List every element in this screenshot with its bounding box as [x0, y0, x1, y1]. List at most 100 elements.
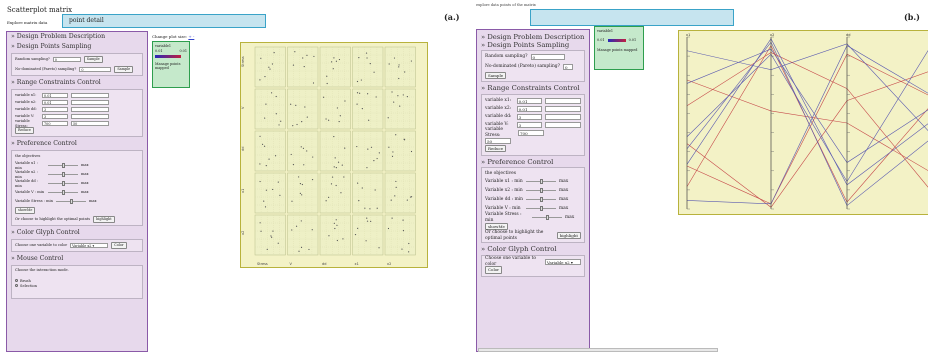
data-point	[366, 57, 368, 59]
scatterplot-matrix[interactable]: Stress Vdd x1 x2 Stress Vdd x1 x2	[240, 42, 428, 268]
splom-cell	[352, 46, 384, 88]
data-point	[388, 63, 390, 65]
data-point	[312, 156, 314, 158]
range-input[interactable]	[544, 105, 582, 112]
show-me-button[interactable]: showMe	[15, 207, 36, 214]
preference-slider[interactable]	[526, 197, 556, 203]
color-button-b[interactable]: Color	[485, 266, 503, 274]
nondominated-input[interactable]: 0	[562, 63, 573, 70]
nondominated-label: No-dominated (Pareto) sampling?	[15, 67, 77, 72]
data-point	[265, 103, 267, 105]
range-input[interactable]: 3	[516, 113, 542, 120]
preference-slider[interactable]	[532, 215, 562, 221]
range-input[interactable]: 3	[42, 107, 68, 112]
range-header-b[interactable]: » Range Constraints Control	[477, 84, 589, 93]
data-point	[297, 176, 300, 178]
selection-radio[interactable]: Selection	[15, 284, 139, 289]
sampling-header[interactable]: » Design Points Sampling	[7, 42, 147, 52]
preference-slider[interactable]	[48, 181, 78, 186]
random-sampling-input[interactable]: 0	[52, 57, 81, 62]
sample-button-b[interactable]: Sample	[485, 72, 507, 80]
preference-slider[interactable]	[56, 199, 86, 204]
data-point	[291, 200, 293, 202]
range-input[interactable]	[71, 93, 109, 98]
data-point	[404, 71, 406, 73]
nondominated-input[interactable]: 0	[79, 67, 112, 72]
reduce-button-b[interactable]: Reduce	[485, 145, 507, 153]
data-point	[259, 222, 261, 224]
sampling-header-b[interactable]: » Design Points Sampling	[477, 41, 589, 50]
range-input[interactable]: 3	[42, 114, 68, 119]
preference-slider[interactable]	[526, 179, 556, 185]
preference-header[interactable]: » Preference Control	[7, 139, 147, 149]
color-glyph-header[interactable]: » Color Glyph Control	[7, 228, 147, 238]
range-input[interactable]	[544, 121, 582, 128]
range-input[interactable]	[71, 100, 109, 105]
preference-slider[interactable]	[526, 188, 556, 194]
data-point	[259, 135, 261, 137]
range-input[interactable]	[544, 97, 582, 104]
preference-slider[interactable]	[48, 190, 78, 195]
range-input[interactable]: 0.01	[516, 105, 542, 112]
data-point	[398, 66, 400, 68]
splom-cell	[254, 214, 286, 256]
data-point	[369, 63, 371, 65]
color-variable-select-b[interactable]: Variable x2 ▾	[544, 258, 581, 265]
preference-slider[interactable]	[48, 172, 78, 177]
reduce-button[interactable]: Reduce	[15, 127, 34, 134]
data-point	[325, 200, 327, 202]
sample-button[interactable]: Sample	[83, 56, 103, 63]
random-sampling-input[interactable]: 0	[530, 53, 565, 60]
data-point	[357, 227, 359, 229]
data-point	[370, 220, 372, 222]
preference-slider[interactable]	[48, 163, 78, 168]
color-variable-select[interactable]: Variable x2 ▾	[70, 243, 109, 248]
data-point	[277, 242, 279, 244]
data-point	[364, 207, 366, 209]
data-point	[333, 135, 335, 138]
stress-input-2[interactable]: 50	[485, 137, 511, 144]
point-detail-label: point detail	[69, 17, 104, 24]
data-point	[313, 55, 315, 58]
horizontal-scrollbar[interactable]	[478, 348, 718, 352]
data-point	[397, 95, 399, 97]
random-sampling-label: Random sampling?	[485, 53, 528, 59]
range-input[interactable]: 0.01	[42, 93, 68, 98]
sample-button-2[interactable]: Sample	[114, 66, 134, 73]
data-point	[356, 80, 359, 83]
splom-y-label: dd	[241, 147, 245, 151]
range-input[interactable]: 0.01	[42, 100, 68, 105]
panel-b-topline: explore data points of the matrix	[476, 3, 536, 7]
design-problem-header[interactable]: » Design Problem Description	[7, 32, 147, 42]
data-point	[392, 151, 394, 153]
data-point	[408, 242, 410, 245]
pcp-axis-label: dd	[846, 33, 850, 37]
color-button[interactable]: Color	[111, 242, 127, 249]
highlight-button-b[interactable]: highlight	[556, 232, 581, 240]
radio-icon	[15, 279, 18, 283]
stress-input-2[interactable]: 50	[71, 121, 109, 126]
range-input[interactable]	[71, 114, 109, 119]
splom-x-label: x1	[355, 262, 359, 266]
range-input[interactable]	[71, 107, 109, 112]
range-input[interactable]	[544, 113, 582, 120]
range-input[interactable]: 0.01	[516, 97, 542, 104]
parallel-coordinates-plot[interactable]: x1x2ddV	[678, 30, 928, 215]
data-point	[312, 82, 315, 84]
plot-size-link[interactable]: + -	[188, 34, 194, 39]
stress-input[interactable]: 700	[42, 121, 68, 126]
range-input[interactable]: 3	[516, 121, 542, 128]
preference-slider[interactable]	[526, 206, 556, 212]
range-header[interactable]: » Range Constraints Control	[7, 78, 147, 88]
data-point	[336, 239, 338, 242]
data-point	[268, 66, 270, 68]
mouse-control-header[interactable]: » Mouse Control	[7, 254, 147, 264]
pref-max: max	[559, 205, 569, 211]
data-point	[326, 82, 328, 85]
preference-header-b[interactable]: » Preference Control	[477, 158, 589, 167]
highlight-button[interactable]: highlight	[93, 216, 115, 223]
stress-input[interactable]: 700	[518, 129, 544, 136]
color-glyph-header-b[interactable]: » Color Glyph Control	[477, 246, 589, 254]
splom-cell	[384, 46, 416, 88]
data-point	[272, 188, 274, 191]
